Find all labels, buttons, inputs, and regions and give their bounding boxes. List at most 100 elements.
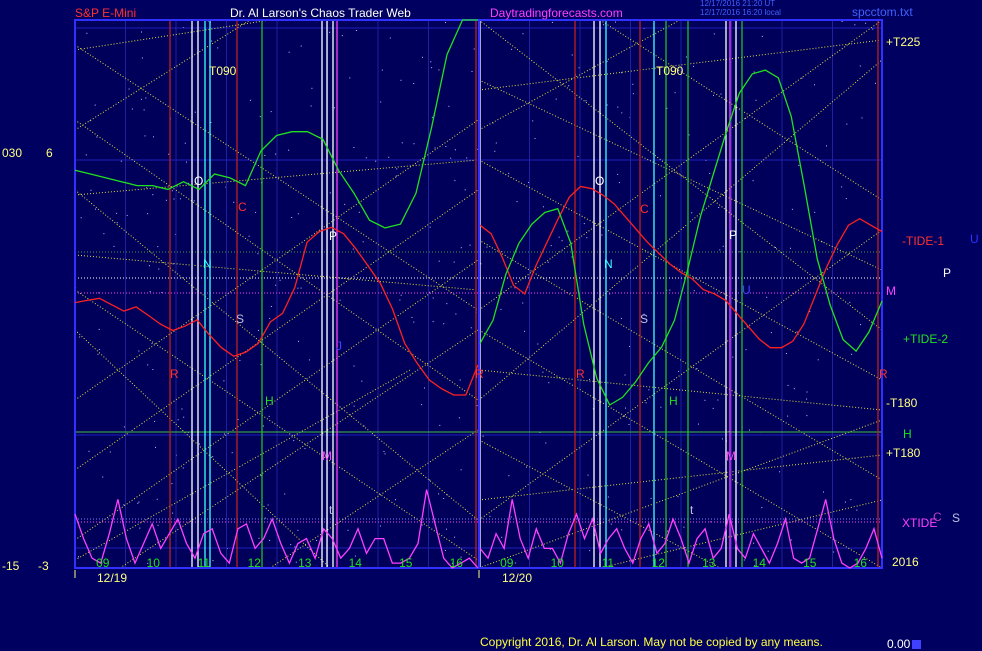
star-dot [535,520,537,522]
star-dot [717,399,719,401]
star-dot [259,116,261,118]
star-dot [211,40,213,42]
star-dot [476,405,478,407]
star-dot [173,198,175,200]
hour-tick-label: 15 [803,556,817,570]
star-dot [288,51,290,53]
star-dot [297,213,299,215]
star-dot [846,123,848,125]
star-dot [749,429,750,431]
star-dot [413,83,415,84]
star-dot [430,61,432,63]
star-dot [739,251,741,253]
star-dot [184,142,186,144]
star-dot [233,201,235,203]
event-s-day2: S [640,312,649,326]
star-dot [473,48,475,50]
star-dot [113,245,115,247]
star-dot [617,106,619,108]
event-t090-day1: T090 [209,64,237,78]
star-dot [555,98,557,100]
star-dot [779,471,781,473]
star-dot [446,303,448,305]
star-dot [329,192,331,194]
star-dot [123,504,125,506]
star-dot [844,501,846,503]
site-link[interactable]: Daytradingforecasts.com [490,6,623,20]
star-dot [500,308,502,310]
star-dot [770,332,772,334]
star-dot [182,467,184,469]
star-dot [448,105,450,107]
star-dot [421,404,423,406]
star-dot [109,451,111,453]
star-dot [98,349,100,350]
star-dot [589,550,591,552]
star-dot [146,187,148,189]
star-dot [400,79,402,81]
star-dot [137,502,139,504]
star-dot [718,207,720,208]
star-dot [650,497,652,499]
readout-toggle-icon[interactable] [912,640,921,649]
star-dot [609,293,611,295]
star-dot [432,297,434,299]
star-dot [606,104,608,106]
star-dot [353,365,355,367]
star-dot [801,77,803,79]
event-p-day2: P [729,228,738,242]
label-u-right: U [970,232,979,246]
star-dot [116,212,118,214]
star-dot [632,93,634,95]
label-t180-neg: -T180 [886,396,918,410]
star-dot [172,263,174,265]
star-dot [78,556,79,558]
star-dot [389,37,391,39]
star-dot [688,134,690,136]
star-dot [621,529,623,531]
star-dot [455,313,457,315]
star-dot [460,247,462,249]
label-tide1: -TIDE-1 [902,234,944,248]
label-t225: +T225 [886,35,921,49]
star-dot [80,217,82,219]
star-dot [181,408,183,410]
star-dot [304,448,306,450]
star-dot [269,539,271,541]
star-dot [482,435,484,437]
star-dot [102,476,104,478]
event-m-day2: M [726,449,736,463]
star-dot [154,420,156,422]
star-dot [231,452,233,454]
star-dot [632,83,634,85]
star-dot [294,546,296,548]
star-dot [720,93,722,95]
star-dot [615,21,616,23]
star-dot [568,85,570,87]
left-axis-bottom-b: -3 [38,559,49,573]
star-dot [358,211,360,213]
star-dot [624,374,626,376]
star-dot [138,350,140,352]
star-dot [686,56,687,58]
hour-tick-label: 10 [147,556,161,570]
star-dot [571,54,573,56]
timestamp-local: 12/17/2016 16:20 local [700,8,781,17]
star-dot [149,291,151,293]
star-dot [625,407,626,409]
star-dot [606,60,608,62]
star-dot [172,512,174,514]
star-dot [514,562,516,564]
star-dot [429,479,431,481]
star-dot [841,21,843,22]
star-dot [796,331,798,333]
event-n-day1: N [203,257,212,271]
star-dot [450,157,452,159]
chart-title: Dr. Al Larson's Chaos Trader Web [230,6,411,20]
label-m-right: M [886,284,896,298]
star-dot [791,208,793,210]
star-dot [116,222,118,224]
star-dot [522,302,524,304]
star-dot [790,539,792,541]
star-dot [854,24,856,26]
